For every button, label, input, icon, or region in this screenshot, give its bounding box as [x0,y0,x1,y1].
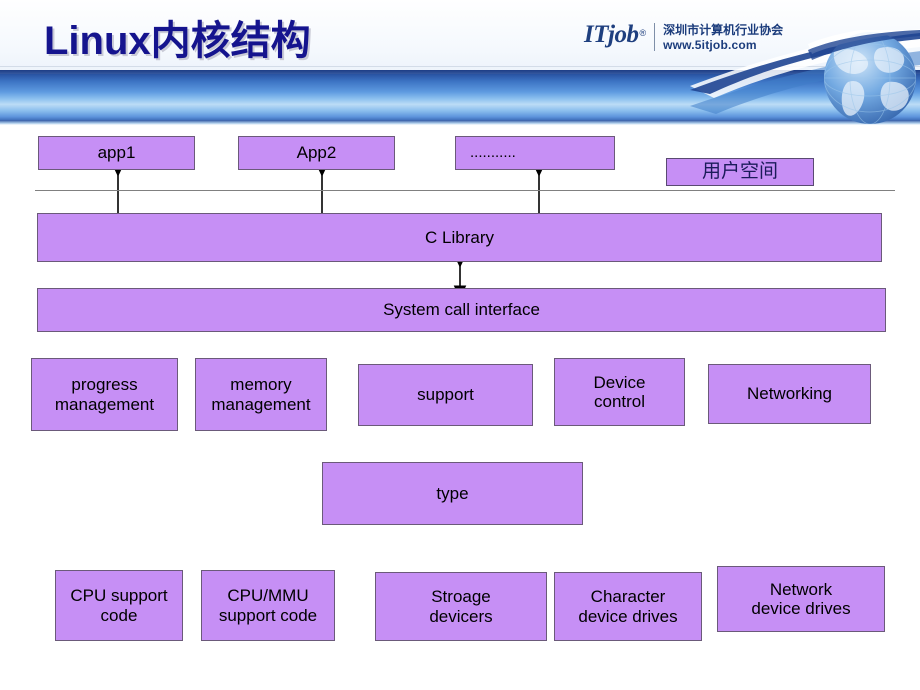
brand-name: ITjob [584,21,639,48]
box-label: Networking [746,384,833,404]
page-title: Linux内核结构 [44,19,311,63]
box-app-ellipsis: ........... [455,136,615,170]
box-label: 用户空间 [701,161,778,183]
box-app2: App2 [238,136,395,170]
box-label: support [417,385,474,405]
box-cpu-mmu-support-code: CPU/MMU support code [201,570,335,641]
kernel-structure-diagram: app1 App2 ........... 用户空间 C Library Sys… [0,0,920,690]
box-label: CPU/MMU support code [218,586,318,625]
box-system-call-interface: System call interface [37,288,886,332]
box-label: Network device drives [751,579,851,618]
box-device-control: Device control [554,358,685,426]
box-storage-devices: Stroage devicers [375,572,547,641]
box-label: App2 [296,143,337,163]
box-label: C Library [425,227,494,247]
box-label: app1 [97,143,136,163]
box-label: progress management [54,375,155,414]
registered-trademark-icon: ® [639,27,647,38]
box-network-device-drivers: Network device drives [717,566,885,632]
box-label: memory management [211,375,311,414]
box-app1: app1 [38,136,195,170]
box-label: Stroage devicers [429,587,493,626]
brand-name-wrap: ITjob® [584,22,646,47]
box-label: Device control [593,372,646,411]
box-networking: Networking [708,364,871,424]
brand-association: 深圳市计算机行业协会 [663,23,784,37]
box-cpu-support-code: CPU support code [55,570,183,641]
brand-text-block: 深圳市计算机行业协会 www.5itjob.com [663,22,783,53]
box-label: Character device drives [578,587,678,626]
box-label: type [436,483,469,503]
brand-divider [654,23,656,51]
box-progress-management: progress management [31,358,178,431]
brand-url: www.5itjob.com [663,38,757,52]
box-memory-management: memory management [195,358,327,431]
box-label: System call interface [383,300,540,320]
box-support: support [358,364,533,426]
user-kernel-divider [35,190,895,191]
box-label: ........... [470,143,516,161]
box-character-device-drivers: Character device drives [554,572,702,641]
box-label: CPU support code [70,586,168,625]
brand-logo: ITjob® 深圳市计算机行业协会 www.5itjob.com [584,22,783,53]
box-c-library: C Library [37,213,882,262]
label-user-space: 用户空间 [666,158,814,186]
box-type: type [322,462,583,525]
